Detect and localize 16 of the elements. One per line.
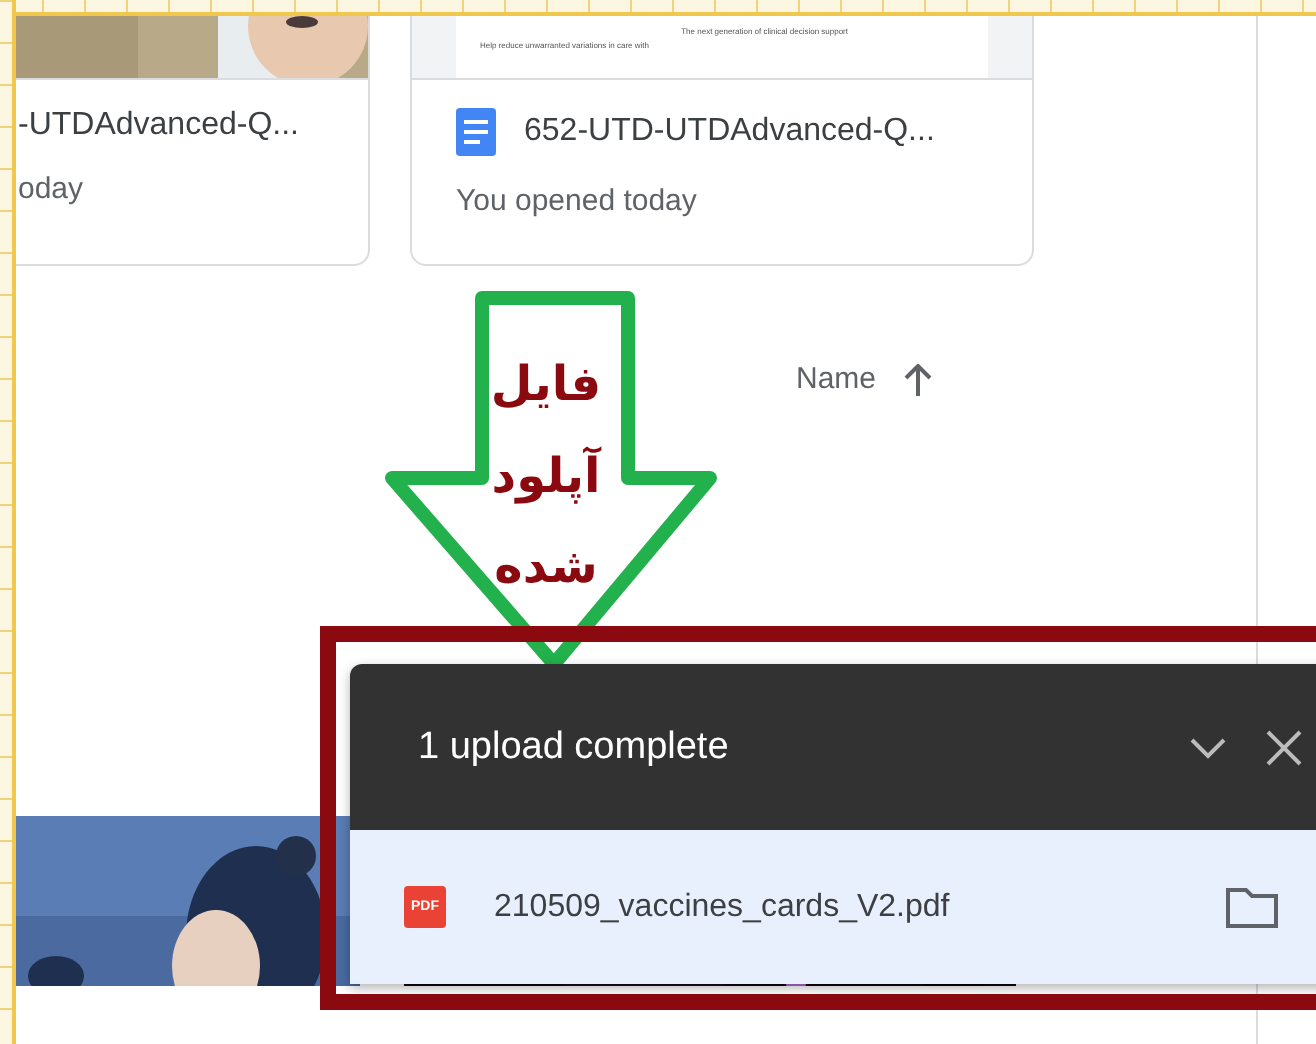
folder-icon	[1224, 883, 1280, 931]
file-activity: oday	[18, 172, 86, 206]
annotation-text: فایل آپلود شده	[488, 354, 604, 599]
folder-button[interactable]	[1224, 883, 1280, 931]
upload-title: 1 upload complete	[418, 725, 731, 769]
close-icon	[1264, 727, 1304, 767]
chevron-icon	[1188, 735, 1228, 759]
close-button[interactable]	[1264, 727, 1304, 767]
file-activity: You opened today	[456, 184, 699, 218]
document-icon	[456, 108, 496, 156]
file-name: -UTDAdvanced-Q...	[18, 108, 299, 144]
file-name: 210509_vaccines_cards_V2.pdf	[494, 889, 952, 925]
sort-arrow-icon[interactable]	[904, 363, 933, 395]
collapse-button[interactable]	[1188, 735, 1228, 759]
file-name: 652-UTD-UTDAdvanced-Q...	[524, 114, 935, 150]
sort-label[interactable]: Name	[796, 362, 877, 396]
